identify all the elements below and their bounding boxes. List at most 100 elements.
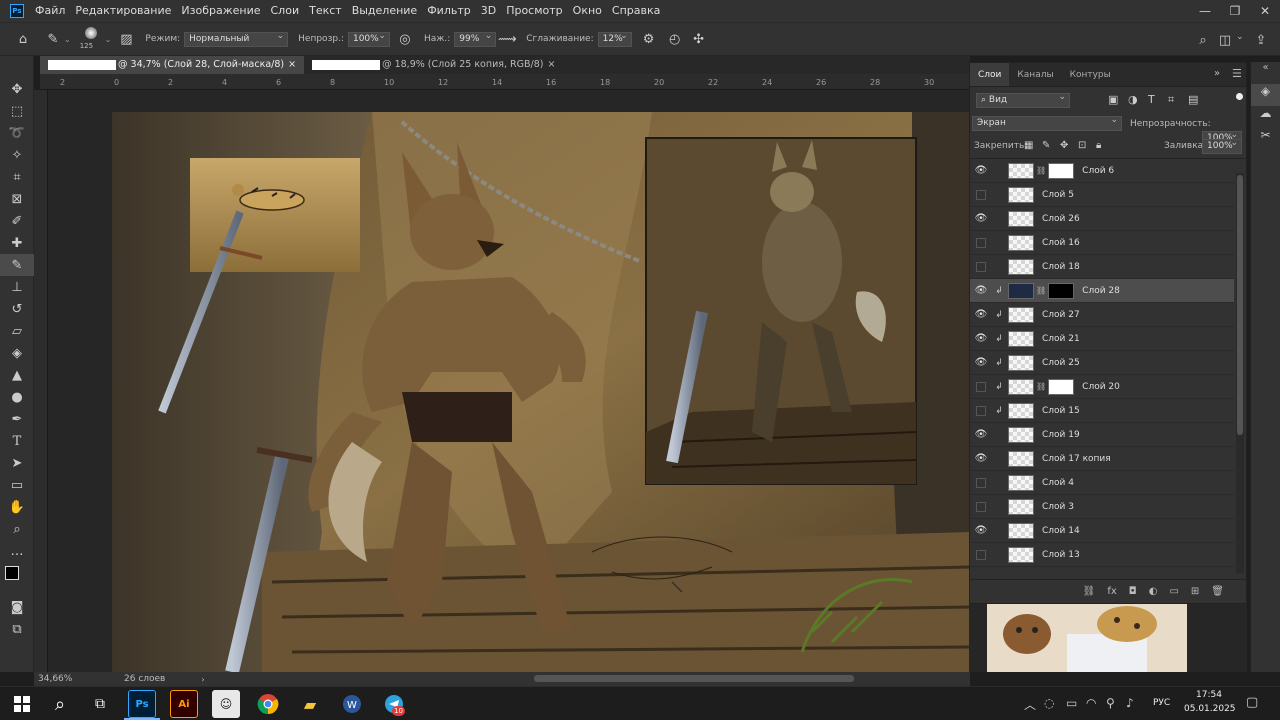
input-language[interactable]: РУС xyxy=(1153,698,1170,708)
chrome-taskbar-icon[interactable] xyxy=(254,690,282,718)
close-tab-icon[interactable]: × xyxy=(288,56,296,74)
paint-bucket-tool-icon[interactable]: ◈ xyxy=(0,342,34,364)
layer-row[interactable]: ↲ ⛓ Слой 20 xyxy=(970,375,1234,399)
hand-tool-icon[interactable]: ✋ xyxy=(0,496,34,518)
layer-name[interactable]: Слой 19 xyxy=(1042,430,1080,440)
eyedropper-tool-icon[interactable]: ✐ xyxy=(0,210,34,232)
menu-window[interactable]: Окно xyxy=(568,0,607,22)
layer-name[interactable]: Слой 18 xyxy=(1042,262,1080,272)
pen-tool-icon[interactable]: ✒ xyxy=(0,408,34,430)
vertical-ruler[interactable] xyxy=(34,90,48,672)
layer-row[interactable]: Слой 3 xyxy=(970,495,1234,519)
delete-layer-icon[interactable]: 🗑︎ xyxy=(1211,586,1224,597)
filter-shape-icon[interactable]: ⌗ xyxy=(1168,93,1174,107)
maximize-button[interactable]: ❐ xyxy=(1220,0,1250,22)
lock-transparency-icon[interactable]: ▦ xyxy=(1024,140,1033,151)
visibility-eye-icon[interactable]: 👁︎ xyxy=(970,285,992,296)
photoshop-logo-icon[interactable]: Ps xyxy=(10,4,24,18)
search-icon[interactable]: ⌕ xyxy=(1194,31,1212,49)
color-swatches[interactable] xyxy=(0,562,33,596)
stamp-tool-icon[interactable]: ⊥ xyxy=(0,276,34,298)
layer-thumbnail[interactable] xyxy=(1008,282,1034,299)
layer-row[interactable]: 👁︎ ↲ Слой 25 xyxy=(970,351,1234,375)
visibility-eye-icon[interactable] xyxy=(976,237,986,248)
visibility-eye-icon[interactable]: 👁︎ xyxy=(970,165,992,176)
filter-toggle-icon[interactable] xyxy=(1236,93,1243,100)
crop-tool-icon[interactable]: ⌗ xyxy=(0,166,34,188)
airbrush-icon[interactable]: ⟿ xyxy=(498,30,517,48)
layer-name[interactable]: Слой 3 xyxy=(1042,502,1074,512)
menu-type[interactable]: Текст xyxy=(304,0,347,22)
lock-all-icon[interactable]: 🔒︎ xyxy=(1096,140,1101,151)
mask-link-icon[interactable]: ⛓ xyxy=(1036,382,1046,391)
layer-thumbnail[interactable] xyxy=(1008,210,1034,227)
tab-channels[interactable]: Каналы xyxy=(1009,63,1061,86)
history-brush-tool-icon[interactable]: ↺ xyxy=(0,298,34,320)
word-taskbar-icon[interactable]: W xyxy=(338,690,366,718)
layer-row[interactable]: Слой 16 xyxy=(970,231,1234,255)
visibility-eye-icon[interactable]: 👁︎ xyxy=(970,453,992,464)
status-menu-chevron-icon[interactable]: › xyxy=(201,675,204,684)
dock-collapse-icon[interactable]: « xyxy=(1251,62,1280,84)
adjustments-dock-icon[interactable]: ✂ xyxy=(1251,128,1280,150)
rectangle-tool-icon[interactable]: ▭ xyxy=(0,474,34,496)
visibility-eye-icon[interactable]: 👁︎ xyxy=(970,333,992,344)
layer-mask-thumbnail[interactable] xyxy=(1048,378,1075,395)
visibility-eye-icon[interactable] xyxy=(976,501,986,512)
layer-row[interactable]: ↲ Слой 15 xyxy=(970,399,1234,423)
opacity-field[interactable]: 100% xyxy=(347,30,390,47)
visibility-eye-icon[interactable] xyxy=(976,405,986,416)
adjustment-layer-icon[interactable]: ◐ xyxy=(1149,586,1158,597)
zoom-tool-icon[interactable]: ⌕ xyxy=(0,518,34,540)
visibility-eye-icon[interactable]: 👁︎ xyxy=(970,429,992,440)
tab-document-1[interactable]: @ 34,7% (Слой 28, Слой-маска/8) × xyxy=(40,56,305,74)
layer-thumbnail[interactable] xyxy=(1008,258,1034,275)
close-tab-icon[interactable]: × xyxy=(547,56,555,74)
brush-picker-chevron-icon[interactable]: ⌄ xyxy=(105,35,112,44)
reference-image-thumbnail[interactable] xyxy=(987,604,1187,672)
visibility-eye-icon[interactable] xyxy=(976,261,986,272)
notifications-icon[interactable]: ▢ xyxy=(1246,695,1258,710)
layer-thumbnail[interactable] xyxy=(1008,330,1034,347)
layer-thumbnail[interactable] xyxy=(1008,378,1034,395)
mask-link-icon[interactable]: ⛓ xyxy=(1036,166,1046,175)
layer-name[interactable]: Слой 20 xyxy=(1082,382,1120,392)
filter-pixel-icon[interactable]: ▣ xyxy=(1108,93,1118,106)
horizontal-scrollbar-thumb[interactable] xyxy=(534,675,854,682)
layer-thumbnail[interactable] xyxy=(1008,234,1034,251)
menu-image[interactable]: Изображение xyxy=(176,0,265,22)
zoom-readout[interactable]: 34,66% xyxy=(38,674,80,684)
minimize-button[interactable]: — xyxy=(1190,0,1220,22)
app-taskbar-icon[interactable]: ☺ xyxy=(212,690,240,718)
menu-filter[interactable]: Фильтр xyxy=(422,0,476,22)
layer-name[interactable]: Слой 25 xyxy=(1042,358,1080,368)
wifi-icon[interactable]: ◠ xyxy=(1086,696,1096,710)
layer-thumbnail[interactable] xyxy=(1008,186,1034,203)
layer-mask-thumbnail[interactable] xyxy=(1048,282,1075,299)
visibility-eye-icon[interactable] xyxy=(976,381,986,392)
layer-row[interactable]: 👁︎ Слой 19 xyxy=(970,423,1234,447)
menu-select[interactable]: Выделение xyxy=(347,0,423,22)
new-group-icon[interactable]: ▭ xyxy=(1169,586,1178,597)
layer-row[interactable]: 👁︎ ↲ Слой 27 xyxy=(970,303,1234,327)
frame-tool-icon[interactable]: ⊠ xyxy=(0,188,34,210)
panel-menu-icon[interactable]: ☰ xyxy=(1232,67,1242,80)
layer-thumbnail[interactable] xyxy=(1008,402,1034,419)
pressure-opacity-icon[interactable]: ◎ xyxy=(396,30,414,48)
layer-name[interactable]: Слой 21 xyxy=(1042,334,1080,344)
layer-name[interactable]: Слой 26 xyxy=(1042,214,1080,224)
layer-row[interactable]: Слой 4 xyxy=(970,471,1234,495)
quick-select-tool-icon[interactable]: ✧ xyxy=(0,144,34,166)
menu-view[interactable]: Просмотр xyxy=(501,0,567,22)
new-layer-icon[interactable]: ⊞ xyxy=(1191,586,1199,597)
visibility-eye-icon[interactable]: 👁︎ xyxy=(970,357,992,368)
illustrator-taskbar-icon[interactable]: Ai xyxy=(170,690,198,718)
visibility-eye-icon[interactable] xyxy=(976,477,986,488)
layer-row[interactable]: Слой 13 xyxy=(970,543,1234,567)
layer-name[interactable]: Слой 5 xyxy=(1042,190,1074,200)
tray-app-icon[interactable]: ◌ xyxy=(1044,696,1054,710)
layer-filter-dropdown[interactable]: ⌕ Вид xyxy=(976,91,1070,108)
layer-thumbnail[interactable] xyxy=(1008,162,1034,179)
visibility-eye-icon[interactable]: 👁︎ xyxy=(970,309,992,320)
tab-document-2[interactable]: @ 18,9% (Слой 25 копия, RGB/8) × xyxy=(304,56,563,74)
